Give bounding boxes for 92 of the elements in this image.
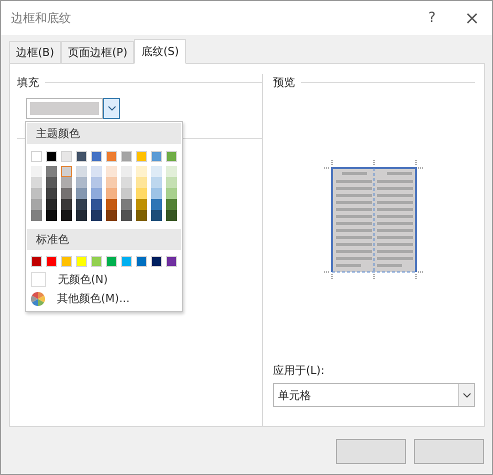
color-swatch[interactable] [61, 166, 72, 177]
dialog-button[interactable] [414, 439, 484, 464]
color-swatch[interactable] [136, 151, 147, 162]
fill-color-field[interactable] [26, 98, 103, 119]
color-wheel-icon [31, 292, 45, 306]
color-swatch[interactable] [121, 188, 132, 199]
color-swatch[interactable] [61, 256, 72, 267]
dropdown-button[interactable] [103, 98, 120, 119]
color-swatch[interactable] [46, 199, 57, 210]
menu-item[interactable]: 无颜色(N) [26, 270, 182, 289]
color-swatch[interactable] [46, 256, 57, 267]
color-swatch[interactable] [106, 210, 117, 221]
color-swatch[interactable] [61, 151, 72, 162]
color-swatch[interactable] [136, 177, 147, 188]
field-label: 应用于(L): [273, 363, 326, 378]
color-swatch[interactable] [166, 177, 177, 188]
color-swatch[interactable] [106, 151, 117, 162]
color-swatch[interactable] [136, 210, 147, 221]
color-swatch[interactable] [121, 256, 132, 267]
color-swatch[interactable] [166, 151, 177, 162]
color-swatch[interactable] [31, 199, 42, 210]
empty-square-icon [31, 272, 46, 287]
section-heading: 预览 [273, 74, 295, 90]
color-swatch[interactable] [136, 199, 147, 210]
color-swatch[interactable] [151, 188, 162, 199]
menu-item[interactable]: 其他颜色(M)... [26, 289, 182, 308]
color-swatch[interactable] [91, 166, 102, 177]
color-swatch[interactable] [61, 177, 72, 188]
color-swatch[interactable] [151, 166, 162, 177]
color-swatch[interactable] [76, 210, 87, 221]
color-swatch[interactable] [106, 188, 117, 199]
color-swatch[interactable] [61, 188, 72, 199]
color-swatch[interactable] [61, 210, 72, 221]
color-swatch[interactable] [166, 199, 177, 210]
color-swatch[interactable] [136, 256, 147, 267]
color-swatch[interactable] [106, 166, 117, 177]
color-swatch[interactable] [106, 256, 117, 267]
menu-heading: 标准色 [27, 229, 181, 250]
color-swatch[interactable] [136, 166, 147, 177]
color-swatch[interactable] [151, 177, 162, 188]
color-swatch[interactable] [136, 188, 147, 199]
color-swatch[interactable] [76, 166, 87, 177]
color-swatch[interactable] [91, 256, 102, 267]
color-swatch[interactable] [46, 177, 57, 188]
section-heading: 填充 [17, 74, 39, 90]
color-swatch[interactable] [91, 210, 102, 221]
tab[interactable]: 底纹(S) [134, 39, 186, 64]
tab[interactable]: 页面边框(P) [61, 41, 134, 63]
caret-icon [462, 392, 470, 398]
dialog-button[interactable] [336, 439, 406, 464]
color-swatch[interactable] [91, 188, 102, 199]
color-swatch[interactable] [76, 151, 87, 162]
color-swatch[interactable] [61, 199, 72, 210]
color-swatch[interactable] [46, 188, 57, 199]
apply-to-select[interactable]: 单元格 [273, 383, 475, 407]
color-swatch[interactable] [151, 256, 162, 267]
color-swatch[interactable] [121, 151, 132, 162]
color-swatch[interactable] [91, 151, 102, 162]
color-swatch[interactable] [31, 256, 42, 267]
window-title: 边框和底纹 [11, 10, 72, 26]
color-swatch[interactable] [166, 166, 177, 177]
color-swatch[interactable] [31, 188, 42, 199]
color-swatch[interactable] [46, 166, 57, 177]
color-swatch[interactable] [91, 199, 102, 210]
close-button[interactable]: × [452, 3, 492, 33]
color-swatch[interactable] [46, 151, 57, 162]
color-swatch[interactable] [76, 177, 87, 188]
color-swatch[interactable] [121, 199, 132, 210]
color-swatch[interactable] [106, 177, 117, 188]
color-swatch[interactable] [166, 210, 177, 221]
color-swatch[interactable] [151, 199, 162, 210]
color-swatch[interactable] [76, 188, 87, 199]
color-swatch[interactable] [31, 166, 42, 177]
color-swatch[interactable] [46, 210, 57, 221]
caret-icon [108, 106, 116, 111]
color-swatch[interactable] [76, 199, 87, 210]
color-swatch[interactable] [91, 177, 102, 188]
help-button[interactable]: ? [412, 3, 452, 33]
color-swatch[interactable] [166, 188, 177, 199]
color-swatch[interactable] [106, 199, 117, 210]
color-swatch[interactable] [151, 151, 162, 162]
color-swatch[interactable] [121, 166, 132, 177]
color-swatch[interactable] [166, 256, 177, 267]
tab[interactable]: 边框(B) [9, 41, 62, 63]
color-swatch[interactable] [151, 210, 162, 221]
color-swatch[interactable] [121, 177, 132, 188]
color-swatch[interactable] [31, 177, 42, 188]
menu-heading: 主题颜色 [27, 123, 181, 144]
color-swatch[interactable] [31, 151, 42, 162]
color-swatch[interactable] [76, 256, 87, 267]
color-swatch[interactable] [31, 210, 42, 221]
color-swatch[interactable] [121, 210, 132, 221]
